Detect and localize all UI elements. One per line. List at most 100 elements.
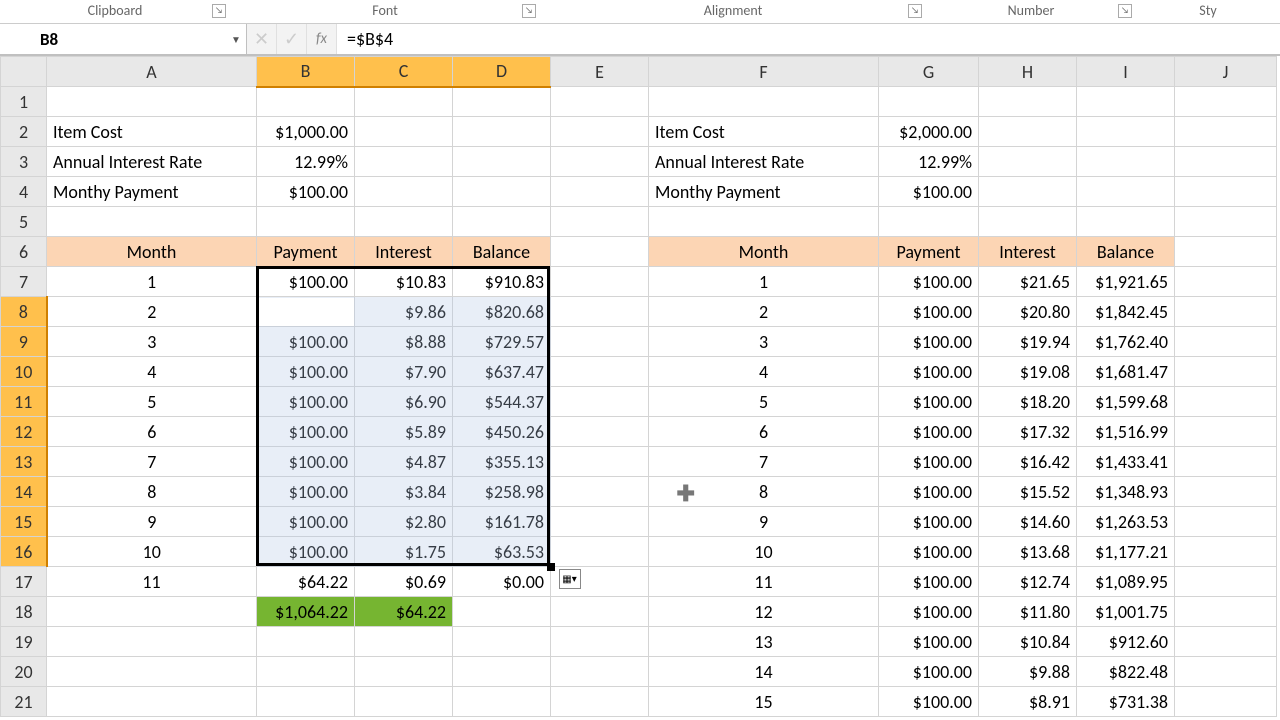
cell-H18[interactable]: $11.80 bbox=[979, 597, 1077, 627]
cell-B10[interactable]: $100.00 bbox=[257, 357, 355, 387]
cell-A14[interactable]: 8 bbox=[47, 477, 257, 507]
cell-F3[interactable]: Annual Interest Rate bbox=[649, 147, 879, 177]
cell-E8[interactable] bbox=[551, 297, 649, 327]
cell-F17[interactable]: 11 bbox=[649, 567, 879, 597]
cell-H6[interactable]: Interest bbox=[979, 237, 1077, 267]
cell-B19[interactable] bbox=[257, 627, 355, 657]
cell-J13[interactable] bbox=[1175, 447, 1277, 477]
cell-A9[interactable]: 3 bbox=[47, 327, 257, 357]
cell-I9[interactable]: $1,762.40 bbox=[1077, 327, 1175, 357]
ribbon-group-number[interactable]: Number↘ bbox=[926, 0, 1136, 23]
cell-C1[interactable] bbox=[355, 87, 453, 117]
cell-E10[interactable] bbox=[551, 357, 649, 387]
cell-H15[interactable]: $14.60 bbox=[979, 507, 1077, 537]
cell-J7[interactable] bbox=[1175, 267, 1277, 297]
cell-B11[interactable]: $100.00 bbox=[257, 387, 355, 417]
cell-A21[interactable] bbox=[47, 687, 257, 717]
dropdown-arrow-icon[interactable]: ▼ bbox=[226, 33, 246, 46]
cell-I7[interactable]: $1,921.65 bbox=[1077, 267, 1175, 297]
cell-A12[interactable]: 6 bbox=[47, 417, 257, 447]
cell-E21[interactable] bbox=[551, 687, 649, 717]
cell-H7[interactable]: $21.65 bbox=[979, 267, 1077, 297]
cell-I14[interactable]: $1,348.93 bbox=[1077, 477, 1175, 507]
cell-B7[interactable]: $100.00 bbox=[257, 267, 355, 297]
cell-H21[interactable]: $8.91 bbox=[979, 687, 1077, 717]
cell-B20[interactable] bbox=[257, 657, 355, 687]
cell-G14[interactable]: $100.00 bbox=[879, 477, 979, 507]
cell-D1[interactable] bbox=[453, 87, 551, 117]
cell-A5[interactable] bbox=[47, 207, 257, 237]
cell-G16[interactable]: $100.00 bbox=[879, 537, 979, 567]
cell-I13[interactable]: $1,433.41 bbox=[1077, 447, 1175, 477]
cell-F12[interactable]: 6 bbox=[649, 417, 879, 447]
cell-C20[interactable] bbox=[355, 657, 453, 687]
cell-A15[interactable]: 9 bbox=[47, 507, 257, 537]
cell-D18[interactable] bbox=[453, 597, 551, 627]
cell-E9[interactable] bbox=[551, 327, 649, 357]
cell-A6[interactable]: Month bbox=[47, 237, 257, 267]
row-header-19[interactable]: 19 bbox=[1, 627, 47, 657]
row-header-14[interactable]: 14 bbox=[1, 477, 47, 507]
cell-I21[interactable]: $731.38 bbox=[1077, 687, 1175, 717]
cell-F16[interactable]: 10 bbox=[649, 537, 879, 567]
cell-D12[interactable]: $450.26 bbox=[453, 417, 551, 447]
cell-E1[interactable] bbox=[551, 87, 649, 117]
cell-A18[interactable] bbox=[47, 597, 257, 627]
cell-D15[interactable]: $161.78 bbox=[453, 507, 551, 537]
cell-J21[interactable] bbox=[1175, 687, 1277, 717]
row-header-11[interactable]: 11 bbox=[1, 387, 47, 417]
cell-E13[interactable] bbox=[551, 447, 649, 477]
row-header-16[interactable]: 16 bbox=[1, 537, 47, 567]
column-header-H[interactable]: H bbox=[979, 57, 1077, 87]
cell-D9[interactable]: $729.57 bbox=[453, 327, 551, 357]
cell-H9[interactable]: $19.94 bbox=[979, 327, 1077, 357]
cell-C19[interactable] bbox=[355, 627, 453, 657]
autofill-options-icon[interactable]: ▦▾ bbox=[559, 569, 581, 589]
cell-G9[interactable]: $100.00 bbox=[879, 327, 979, 357]
cell-G12[interactable]: $100.00 bbox=[879, 417, 979, 447]
cell-G1[interactable] bbox=[879, 87, 979, 117]
cell-B13[interactable]: $100.00 bbox=[257, 447, 355, 477]
row-header-13[interactable]: 13 bbox=[1, 447, 47, 477]
cell-G7[interactable]: $100.00 bbox=[879, 267, 979, 297]
cell-B16[interactable]: $100.00 bbox=[257, 537, 355, 567]
cell-C2[interactable] bbox=[355, 117, 453, 147]
cell-E6[interactable] bbox=[551, 237, 649, 267]
row-header-5[interactable]: 5 bbox=[1, 207, 47, 237]
cell-G19[interactable]: $100.00 bbox=[879, 627, 979, 657]
dialog-launcher-icon[interactable]: ↘ bbox=[908, 4, 922, 18]
cell-I4[interactable] bbox=[1077, 177, 1175, 207]
cell-I20[interactable]: $822.48 bbox=[1077, 657, 1175, 687]
cell-H11[interactable]: $18.20 bbox=[979, 387, 1077, 417]
cell-J12[interactable] bbox=[1175, 417, 1277, 447]
cell-J17[interactable] bbox=[1175, 567, 1277, 597]
cell-A17[interactable]: 11 bbox=[47, 567, 257, 597]
cell-A8[interactable]: 2 bbox=[47, 297, 257, 327]
cell-G2[interactable]: $2,000.00 bbox=[879, 117, 979, 147]
cell-C17[interactable]: $0.69 bbox=[355, 567, 453, 597]
cell-G17[interactable]: $100.00 bbox=[879, 567, 979, 597]
cell-J15[interactable] bbox=[1175, 507, 1277, 537]
cell-D3[interactable] bbox=[453, 147, 551, 177]
cell-E4[interactable] bbox=[551, 177, 649, 207]
dialog-launcher-icon[interactable]: ↘ bbox=[522, 4, 536, 18]
cell-G3[interactable]: 12.99% bbox=[879, 147, 979, 177]
cell-J2[interactable] bbox=[1175, 117, 1277, 147]
cell-J3[interactable] bbox=[1175, 147, 1277, 177]
cell-A20[interactable] bbox=[47, 657, 257, 687]
cell-F10[interactable]: 4 bbox=[649, 357, 879, 387]
column-header-E[interactable]: E bbox=[551, 57, 649, 87]
cell-C8[interactable]: $9.86 bbox=[355, 297, 453, 327]
cell-F2[interactable]: Item Cost bbox=[649, 117, 879, 147]
row-header-12[interactable]: 12 bbox=[1, 417, 47, 447]
cell-F21[interactable]: 15 bbox=[649, 687, 879, 717]
cell-H10[interactable]: $19.08 bbox=[979, 357, 1077, 387]
cell-B9[interactable]: $100.00 bbox=[257, 327, 355, 357]
fx-icon[interactable]: fx bbox=[307, 24, 337, 54]
cell-J6[interactable] bbox=[1175, 237, 1277, 267]
cell-B14[interactable]: $100.00 bbox=[257, 477, 355, 507]
cell-D14[interactable]: $258.98 bbox=[453, 477, 551, 507]
cell-D21[interactable] bbox=[453, 687, 551, 717]
column-header-G[interactable]: G bbox=[879, 57, 979, 87]
cell-I2[interactable] bbox=[1077, 117, 1175, 147]
